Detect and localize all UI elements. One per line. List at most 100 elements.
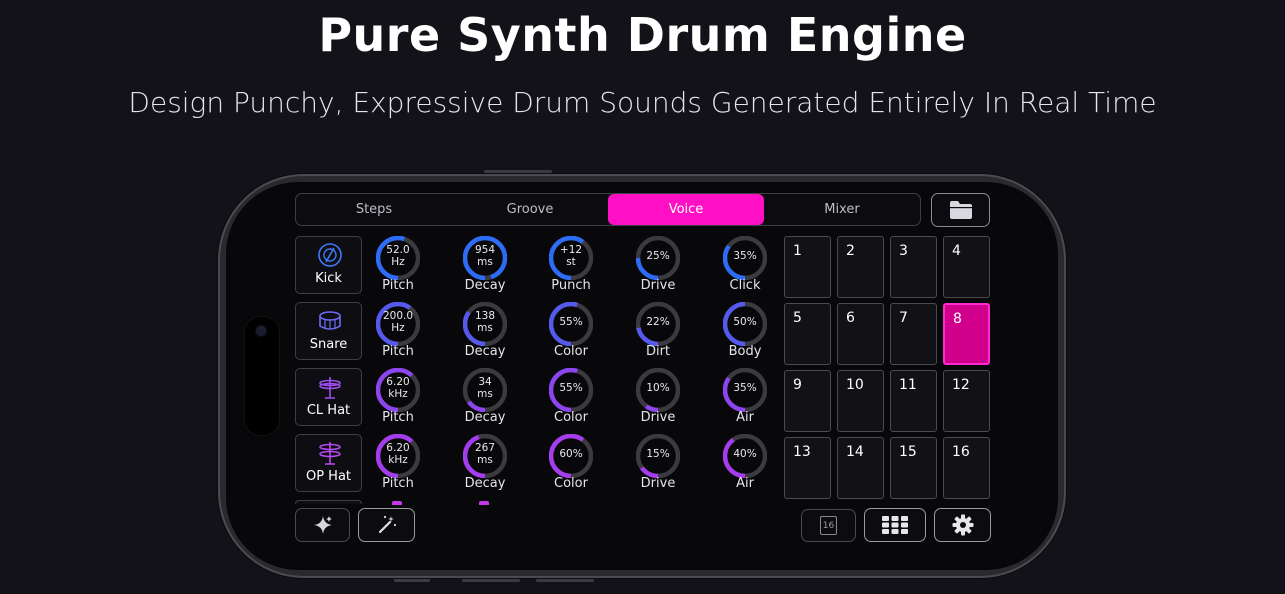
knob-label: Drive bbox=[640, 476, 676, 491]
tab-steps[interactable]: Steps bbox=[296, 194, 452, 225]
pad-14[interactable]: 14 bbox=[837, 437, 884, 499]
voice-button-kick[interactable]: Kick bbox=[295, 236, 362, 294]
knob-value: 55% bbox=[559, 382, 583, 394]
knob-drive[interactable]: 25% Drive bbox=[620, 236, 696, 298]
snare-drum-icon bbox=[319, 311, 341, 330]
knob-label: Pitch bbox=[382, 278, 414, 293]
gear-icon bbox=[952, 514, 973, 536]
settings-button[interactable] bbox=[934, 508, 991, 542]
knob-pitch[interactable]: 6.20 kHz Pitch bbox=[360, 368, 436, 430]
tab-voice[interactable]: Voice bbox=[608, 194, 764, 225]
knob-label: Pitch bbox=[382, 476, 414, 491]
knob-color[interactable]: 55% Color bbox=[533, 368, 609, 430]
open-hihat-icon bbox=[319, 442, 341, 465]
sparkle-icon bbox=[313, 516, 332, 534]
pad-number: 2 bbox=[846, 243, 855, 259]
pad-9[interactable]: 9 bbox=[784, 370, 831, 432]
magic-wand-button[interactable] bbox=[358, 508, 415, 542]
knob-drive[interactable]: 10% Drive bbox=[620, 368, 696, 430]
knob-value: 267 ms bbox=[474, 442, 496, 466]
pad-1[interactable]: 1 bbox=[784, 236, 831, 298]
pad-number: 4 bbox=[952, 243, 961, 259]
step-length-button[interactable]: 16 bbox=[801, 509, 856, 542]
knob-decay[interactable]: 954 ms Decay bbox=[447, 236, 523, 298]
knob-value: 35% bbox=[733, 250, 757, 262]
page-subtitle: Design Punchy, Expressive Drum Sounds Ge… bbox=[128, 86, 1157, 119]
pad-7[interactable]: 7 bbox=[890, 303, 937, 365]
pad-number: 6 bbox=[846, 310, 855, 326]
knob-label: Color bbox=[554, 344, 588, 359]
pad-6[interactable]: 6 bbox=[837, 303, 884, 365]
closed-hihat-icon bbox=[319, 377, 341, 399]
folder-button[interactable] bbox=[931, 193, 990, 227]
phone-bottom-button-3 bbox=[536, 578, 594, 582]
voice-label: CL Hat bbox=[306, 403, 351, 418]
tab-groove[interactable]: Groove bbox=[452, 194, 608, 225]
voice-button-next-partial[interactable] bbox=[295, 500, 362, 504]
knob-label: Color bbox=[554, 410, 588, 425]
knob-air[interactable]: 40% Air bbox=[707, 434, 783, 496]
knob-value: 52.0 Hz bbox=[386, 244, 410, 268]
pad-number: 12 bbox=[952, 377, 970, 393]
step-length-value: 16 bbox=[822, 520, 835, 531]
pad-8[interactable]: 8 bbox=[943, 303, 990, 365]
pad-2[interactable]: 2 bbox=[837, 236, 884, 298]
knob-value: 6.20 kHz bbox=[386, 376, 410, 400]
knob-drive[interactable]: 15% Drive bbox=[620, 434, 696, 496]
pad-15[interactable]: 15 bbox=[890, 437, 937, 499]
pad-4[interactable]: 4 bbox=[943, 236, 990, 298]
knob-label: Color bbox=[554, 476, 588, 491]
knob-pitch[interactable]: 200.0 Hz Pitch bbox=[360, 302, 436, 364]
step-length-badge: 16 bbox=[820, 516, 837, 535]
next-row-knob-hint bbox=[392, 501, 402, 505]
pad-number: 8 bbox=[953, 311, 962, 327]
knob-label: Dirt bbox=[645, 344, 671, 359]
voice-label: OP Hat bbox=[305, 469, 352, 484]
knob-label: Decay bbox=[464, 476, 506, 491]
knob-label: Drive bbox=[640, 278, 676, 293]
page-title: Pure Synth Drum Engine bbox=[318, 8, 967, 62]
pad-3[interactable]: 3 bbox=[890, 236, 937, 298]
knob-value: 50% bbox=[733, 316, 757, 328]
knob-value: 10% bbox=[646, 382, 670, 394]
pad-16[interactable]: 16 bbox=[943, 437, 990, 499]
knob-value: 200.0 Hz bbox=[382, 310, 414, 334]
folder-icon bbox=[949, 201, 972, 219]
knob-label: Decay bbox=[464, 278, 506, 293]
knob-color[interactable]: 55% Color bbox=[533, 302, 609, 364]
pad-11[interactable]: 11 bbox=[890, 370, 937, 432]
kick-drum-icon bbox=[318, 243, 342, 267]
pad-10[interactable]: 10 bbox=[837, 370, 884, 432]
knob-dirt[interactable]: 22% Dirt bbox=[620, 302, 696, 364]
knob-pitch[interactable]: 52.0 Hz Pitch bbox=[360, 236, 436, 298]
pad-5[interactable]: 5 bbox=[784, 303, 831, 365]
voice-button-op-hat[interactable]: OP Hat bbox=[295, 434, 362, 492]
knob-color[interactable]: 60% Color bbox=[533, 434, 609, 496]
knob-body[interactable]: 50% Body bbox=[707, 302, 783, 364]
pad-number: 15 bbox=[899, 444, 917, 460]
pad-grid-button[interactable] bbox=[864, 508, 926, 542]
voice-label: Snare bbox=[309, 337, 348, 352]
voice-label: Kick bbox=[315, 271, 342, 286]
voice-button-cl-hat[interactable]: CL Hat bbox=[295, 368, 362, 426]
knob-value: 25% bbox=[646, 250, 670, 262]
pad-number: 10 bbox=[846, 377, 864, 393]
tab-mixer[interactable]: Mixer bbox=[764, 194, 920, 225]
knob-decay[interactable]: 138 ms Decay bbox=[447, 302, 523, 364]
randomize-button[interactable] bbox=[295, 508, 350, 542]
knob-click[interactable]: 35% Click bbox=[707, 236, 783, 298]
knob-decay[interactable]: 34 ms Decay bbox=[447, 368, 523, 430]
pad-number: 5 bbox=[793, 310, 802, 326]
knob-label: Body bbox=[728, 344, 762, 359]
knob-label: Air bbox=[736, 410, 754, 425]
knob-label: Drive bbox=[640, 410, 676, 425]
voice-button-snare[interactable]: Snare bbox=[295, 302, 362, 360]
knob-punch[interactable]: +12 st Punch bbox=[533, 236, 609, 298]
pad-13[interactable]: 13 bbox=[784, 437, 831, 499]
next-row-knob-hint bbox=[479, 501, 489, 505]
pad-12[interactable]: 12 bbox=[943, 370, 990, 432]
knob-air[interactable]: 35% Air bbox=[707, 368, 783, 430]
knob-decay[interactable]: 267 ms Decay bbox=[447, 434, 523, 496]
knob-pitch[interactable]: 6.20 kHz Pitch bbox=[360, 434, 436, 496]
pad-number: 9 bbox=[793, 377, 802, 393]
